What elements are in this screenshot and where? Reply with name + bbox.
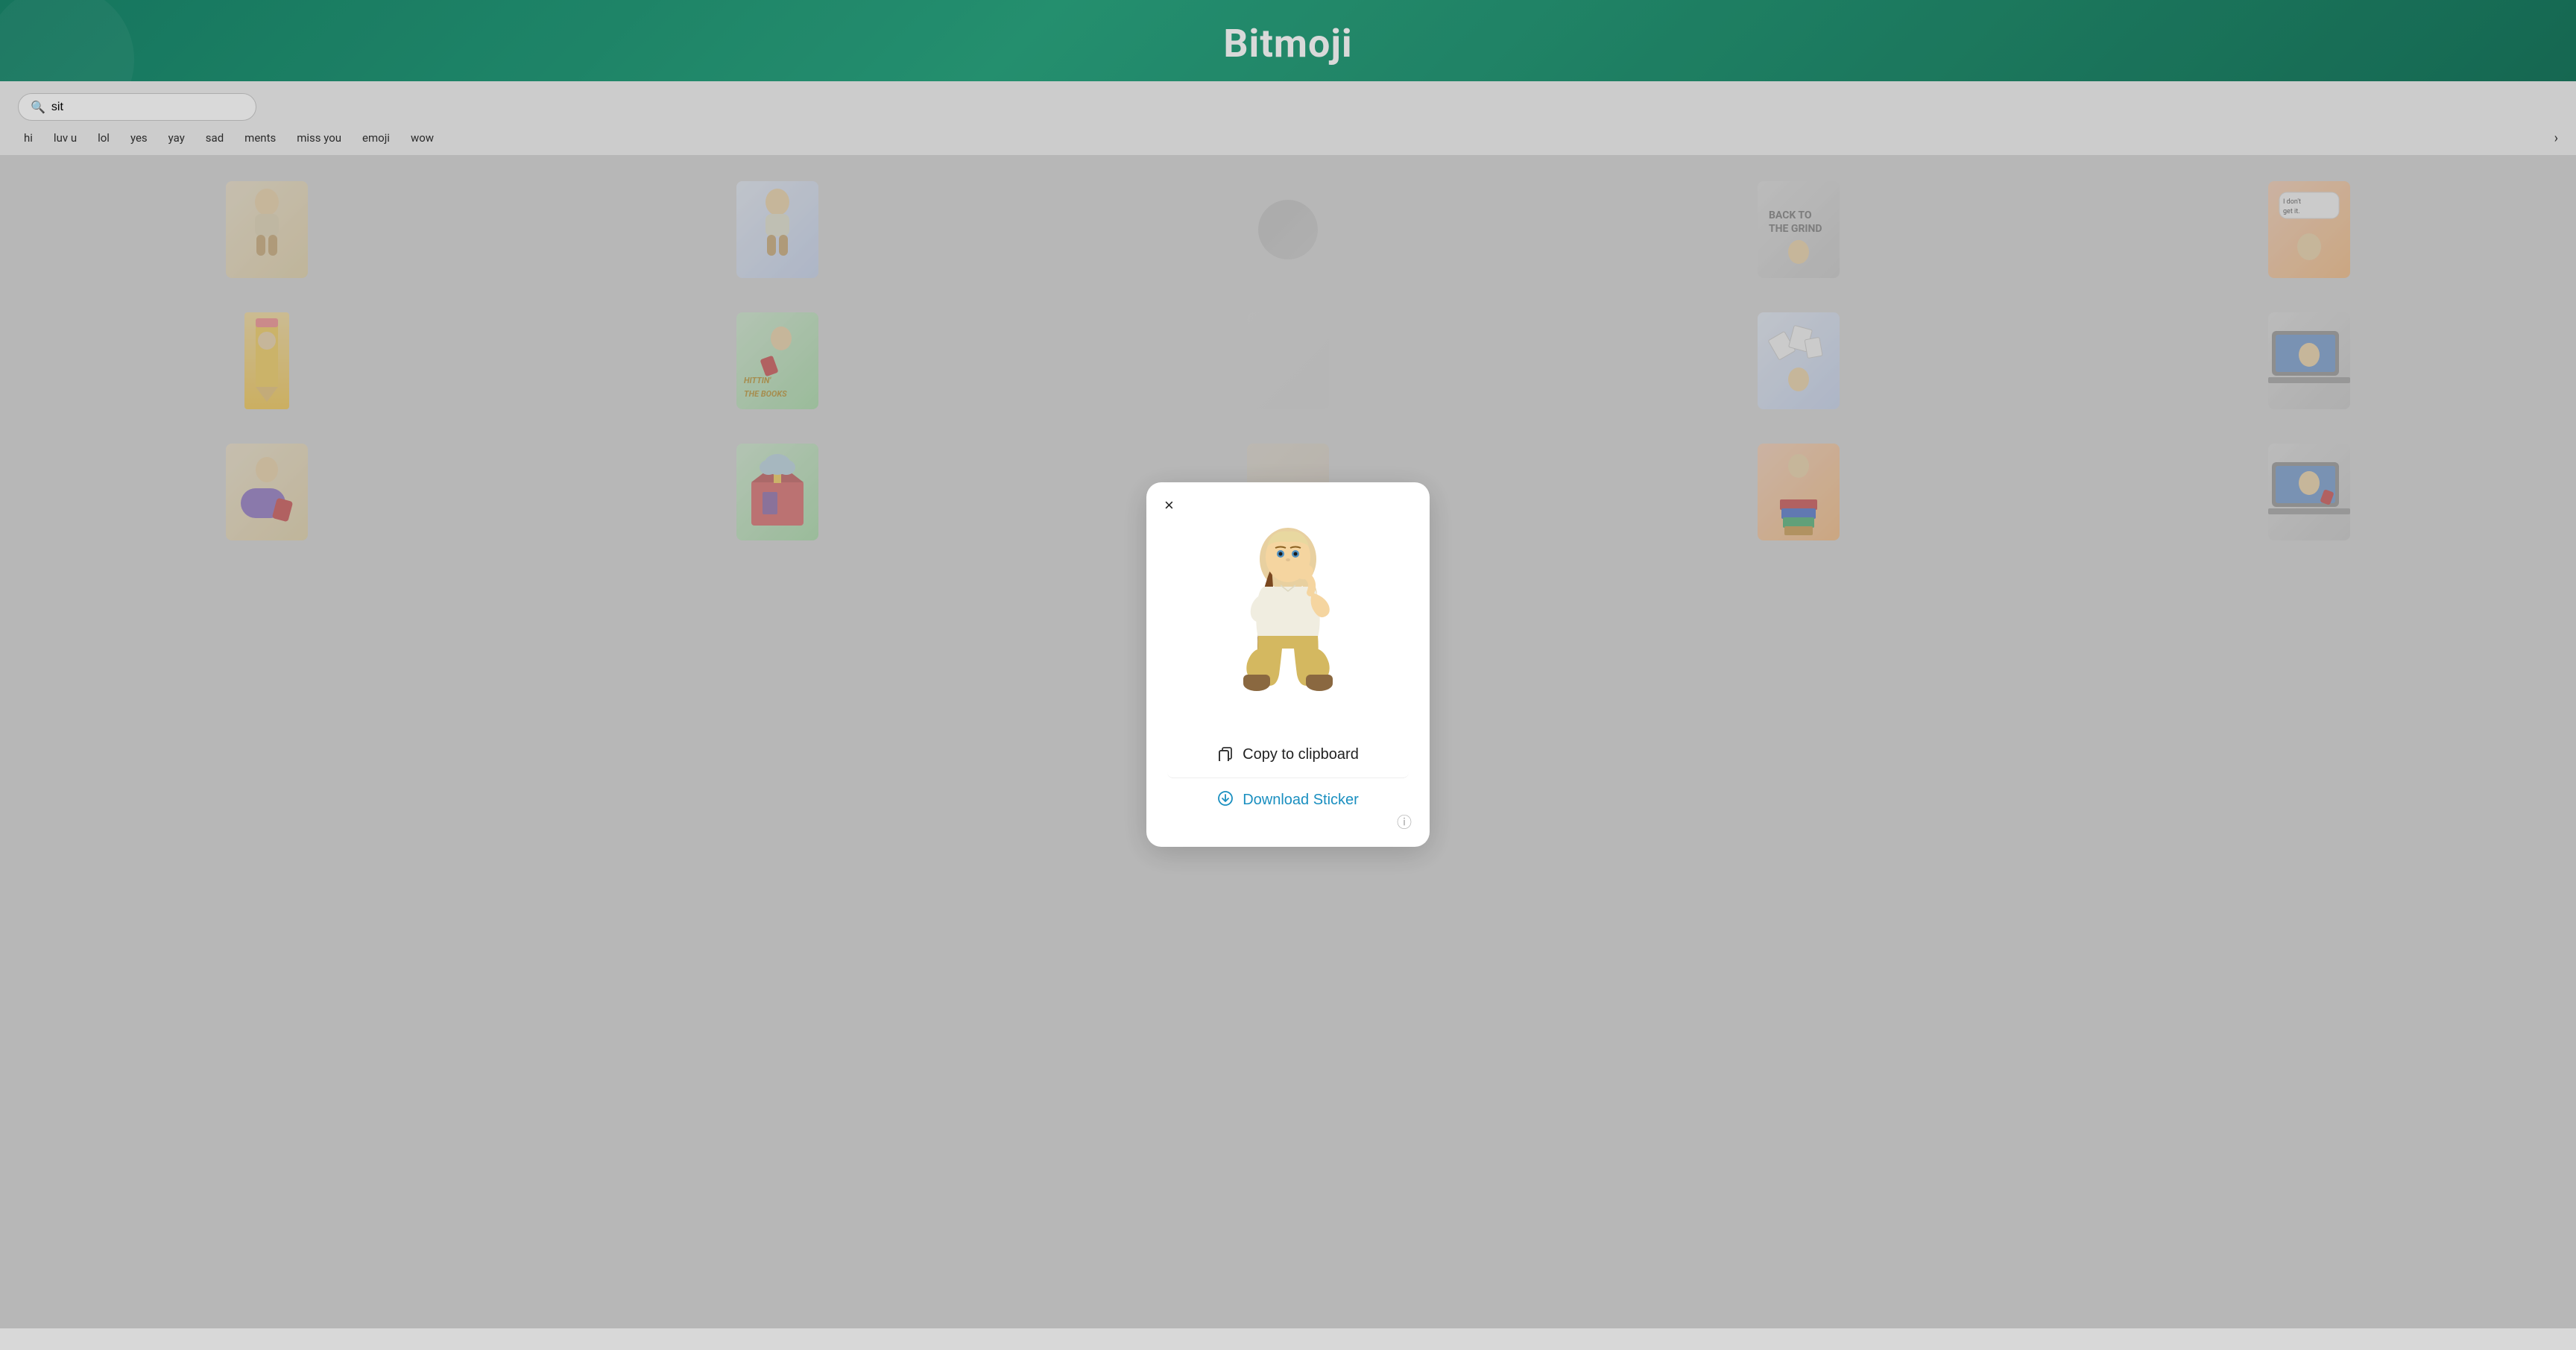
modal-overlay[interactable]: × xyxy=(0,0,2576,1328)
download-sticker-button[interactable]: Download Sticker xyxy=(1167,778,1409,823)
modal-close-button[interactable]: × xyxy=(1164,497,1174,514)
download-label: Download Sticker xyxy=(1243,792,1359,809)
sticker-detail-modal: × xyxy=(1146,482,1430,847)
modal-sticker-area xyxy=(1167,503,1409,733)
download-icon xyxy=(1217,790,1234,811)
info-button[interactable]: ⓘ xyxy=(1397,810,1412,832)
copy-to-clipboard-button[interactable]: Copy to clipboard xyxy=(1167,733,1409,778)
clipboard-icon xyxy=(1217,745,1234,766)
copy-label: Copy to clipboard xyxy=(1243,746,1359,763)
bitmoji-sitting-thinking xyxy=(1221,518,1355,712)
modal-actions: Copy to clipboard Download Sticker xyxy=(1167,733,1409,823)
